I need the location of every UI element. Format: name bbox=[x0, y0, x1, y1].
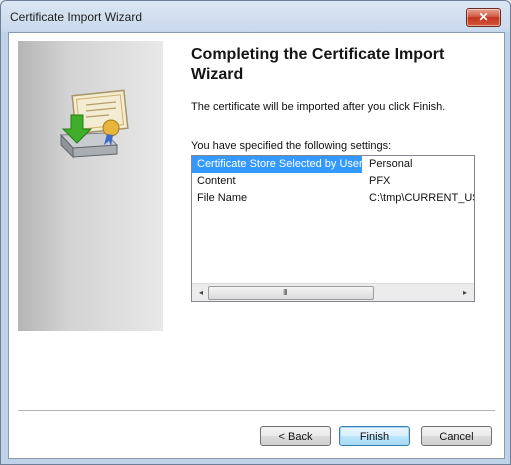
cancel-button[interactable]: Cancel bbox=[421, 426, 492, 446]
scrollbar-thumb[interactable]: III bbox=[208, 286, 374, 300]
setting-name: Certificate Store Selected by User bbox=[192, 156, 362, 173]
setting-value: PFX bbox=[369, 175, 391, 187]
back-button[interactable]: < Back bbox=[260, 426, 331, 446]
wizard-window: Certificate Import Wizard ✕ Completing t… bbox=[0, 0, 511, 465]
setting-name: File Name bbox=[197, 192, 248, 204]
page-description: The certificate will be imported after y… bbox=[191, 101, 446, 113]
setting-value: Personal bbox=[369, 158, 413, 170]
window-title: Certificate Import Wizard bbox=[10, 10, 143, 24]
settings-list[interactable]: Certificate Store Selected by User Perso… bbox=[191, 155, 475, 302]
title-bar[interactable]: Certificate Import Wizard ✕ bbox=[1, 1, 510, 32]
finish-button[interactable]: Finish bbox=[339, 426, 410, 446]
page-heading: Completing the Certificate Import Wizard bbox=[191, 46, 445, 83]
settings-row[interactable]: Content PFX bbox=[192, 173, 474, 190]
settings-row[interactable]: Certificate Store Selected by User Perso… bbox=[192, 156, 474, 173]
horizontal-scrollbar[interactable]: ◂ III ▸ bbox=[192, 283, 474, 301]
grip-icon: III bbox=[283, 288, 288, 297]
settings-label: You have specified the following setting… bbox=[191, 140, 392, 152]
setting-name: Content bbox=[197, 175, 236, 187]
close-icon: ✕ bbox=[478, 10, 489, 24]
setting-value: C:\tmp\CURRENT_US bbox=[369, 192, 474, 204]
scroll-right-icon[interactable]: ▸ bbox=[459, 287, 471, 299]
scroll-left-icon[interactable]: ◂ bbox=[195, 287, 207, 299]
button-separator bbox=[18, 410, 495, 412]
settings-row[interactable]: File Name C:\tmp\CURRENT_US bbox=[192, 190, 474, 207]
close-button[interactable]: ✕ bbox=[466, 8, 501, 27]
wizard-content: Completing the Certificate Import Wizard… bbox=[8, 32, 505, 459]
certificate-import-icon bbox=[59, 89, 129, 159]
